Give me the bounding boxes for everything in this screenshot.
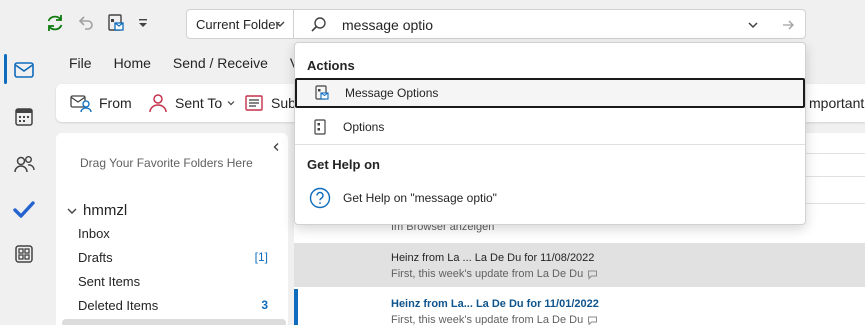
actions-header: Actions bbox=[307, 58, 355, 73]
folder-inbox[interactable]: Inbox bbox=[78, 222, 278, 244]
search-icon bbox=[310, 16, 328, 37]
message-preview: First, this week's update from La De Du bbox=[391, 314, 598, 325]
search-scope-label: Current Folder bbox=[196, 16, 280, 32]
from-button[interactable]: From bbox=[70, 92, 132, 114]
mail-icon[interactable] bbox=[10, 56, 38, 84]
folder-label: Inbox bbox=[78, 225, 110, 241]
suggestion-options[interactable]: Options bbox=[295, 112, 805, 142]
account-expand-chevron-icon bbox=[67, 208, 77, 214]
suggestion-label: Options bbox=[343, 120, 385, 134]
customize-toolbar-icon[interactable] bbox=[136, 11, 150, 35]
message-sender-subject: Heinz from La... La De Du for 11/01/2022 bbox=[391, 298, 599, 310]
message-row[interactable]: Heinz from La ... La De Du for 11/08/202… bbox=[294, 243, 865, 287]
search-options-chevron-icon[interactable] bbox=[746, 18, 760, 35]
calendar-icon[interactable] bbox=[10, 103, 38, 131]
from-person-icon bbox=[70, 95, 92, 113]
title-bar: Current Folder bbox=[0, 0, 865, 46]
sent-to-person-icon bbox=[149, 94, 167, 113]
tab-home[interactable]: Home bbox=[103, 48, 162, 78]
unread-indicator bbox=[294, 289, 298, 325]
message-preview: First, this week's update from La De Du bbox=[391, 268, 598, 280]
app-rail bbox=[0, 0, 48, 325]
folder-count: [1] bbox=[254, 250, 268, 264]
selected-folder-highlight[interactable] bbox=[62, 319, 286, 325]
suggestion-label: Get Help on "message optio" bbox=[343, 191, 497, 205]
tab-file[interactable]: File bbox=[58, 48, 103, 78]
suggestion-label: Message Options bbox=[345, 86, 439, 100]
search-box bbox=[294, 9, 806, 39]
sent-to-label: Sent To bbox=[175, 95, 223, 111]
from-label: From bbox=[99, 95, 132, 111]
divider bbox=[804, 176, 865, 177]
message-sender-subject: Heinz from La ... La De Du for 11/08/202… bbox=[391, 252, 595, 264]
people-icon[interactable] bbox=[10, 150, 38, 178]
search-suggestions: Actions Message Options Options Get Help… bbox=[294, 42, 806, 225]
folder-deleted-items[interactable]: Deleted Items 3 bbox=[78, 294, 278, 316]
important-button[interactable]: mportant bbox=[809, 92, 864, 114]
search-submit-arrow-icon[interactable] bbox=[781, 18, 795, 35]
message-preview-text: First, this week's update from La De Du bbox=[391, 268, 584, 280]
apps-icon[interactable] bbox=[10, 240, 38, 268]
message-options-icon bbox=[314, 85, 330, 101]
divider bbox=[804, 153, 865, 154]
ribbon-tabs: File Home Send / Receive Vie bbox=[48, 48, 321, 78]
message-row[interactable]: Heinz from La... La De Du for 11/01/2022… bbox=[294, 289, 865, 325]
folder-count: 3 bbox=[261, 298, 268, 312]
conversation-bubble-icon bbox=[588, 270, 598, 280]
collapse-pane-chevron-icon[interactable] bbox=[270, 141, 282, 156]
folder-drafts[interactable]: Drafts [1] bbox=[78, 246, 278, 268]
search-scope-dropdown[interactable]: Current Folder bbox=[186, 9, 294, 39]
options-icon bbox=[312, 119, 328, 135]
sent-to-chevron-icon bbox=[227, 101, 235, 106]
folder-label: Deleted Items bbox=[78, 297, 159, 313]
account-name: hmmzl bbox=[83, 202, 128, 219]
subject-button[interactable]: Sub bbox=[244, 92, 296, 114]
get-help-header: Get Help on bbox=[307, 157, 380, 172]
help-question-icon bbox=[309, 187, 331, 209]
subject-label: Sub bbox=[271, 95, 296, 111]
folder-sent-items[interactable]: Sent Items bbox=[78, 270, 278, 292]
subject-icon bbox=[245, 95, 263, 111]
divider bbox=[295, 144, 805, 145]
suggestion-get-help[interactable]: Get Help on "message optio" bbox=[295, 183, 805, 213]
rail-active-indicator bbox=[4, 54, 7, 84]
important-label: mportant bbox=[809, 95, 865, 111]
suggestion-message-options[interactable]: Message Options bbox=[295, 78, 805, 108]
todo-checkmark-icon[interactable] bbox=[10, 195, 38, 223]
folder-label: Sent Items bbox=[78, 273, 141, 289]
folder-pane: Drag Your Favorite Folders Here hmmzl In… bbox=[56, 133, 288, 325]
sent-to-button[interactable]: Sent To bbox=[148, 92, 236, 114]
undo-icon[interactable] bbox=[76, 11, 96, 35]
favorites-hint: Drag Your Favorite Folders Here bbox=[80, 156, 253, 170]
search-input[interactable] bbox=[342, 15, 722, 35]
tab-send-receive[interactable]: Send / Receive bbox=[162, 48, 279, 78]
account-header[interactable]: hmmzl bbox=[66, 202, 127, 219]
message-options-quick-icon[interactable] bbox=[106, 11, 126, 35]
conversation-bubble-icon bbox=[588, 316, 598, 325]
folder-label: Drafts bbox=[78, 249, 113, 265]
divider bbox=[804, 203, 865, 204]
message-preview-text: First, this week's update from La De Du bbox=[391, 314, 584, 325]
chevron-down-icon bbox=[274, 18, 286, 33]
